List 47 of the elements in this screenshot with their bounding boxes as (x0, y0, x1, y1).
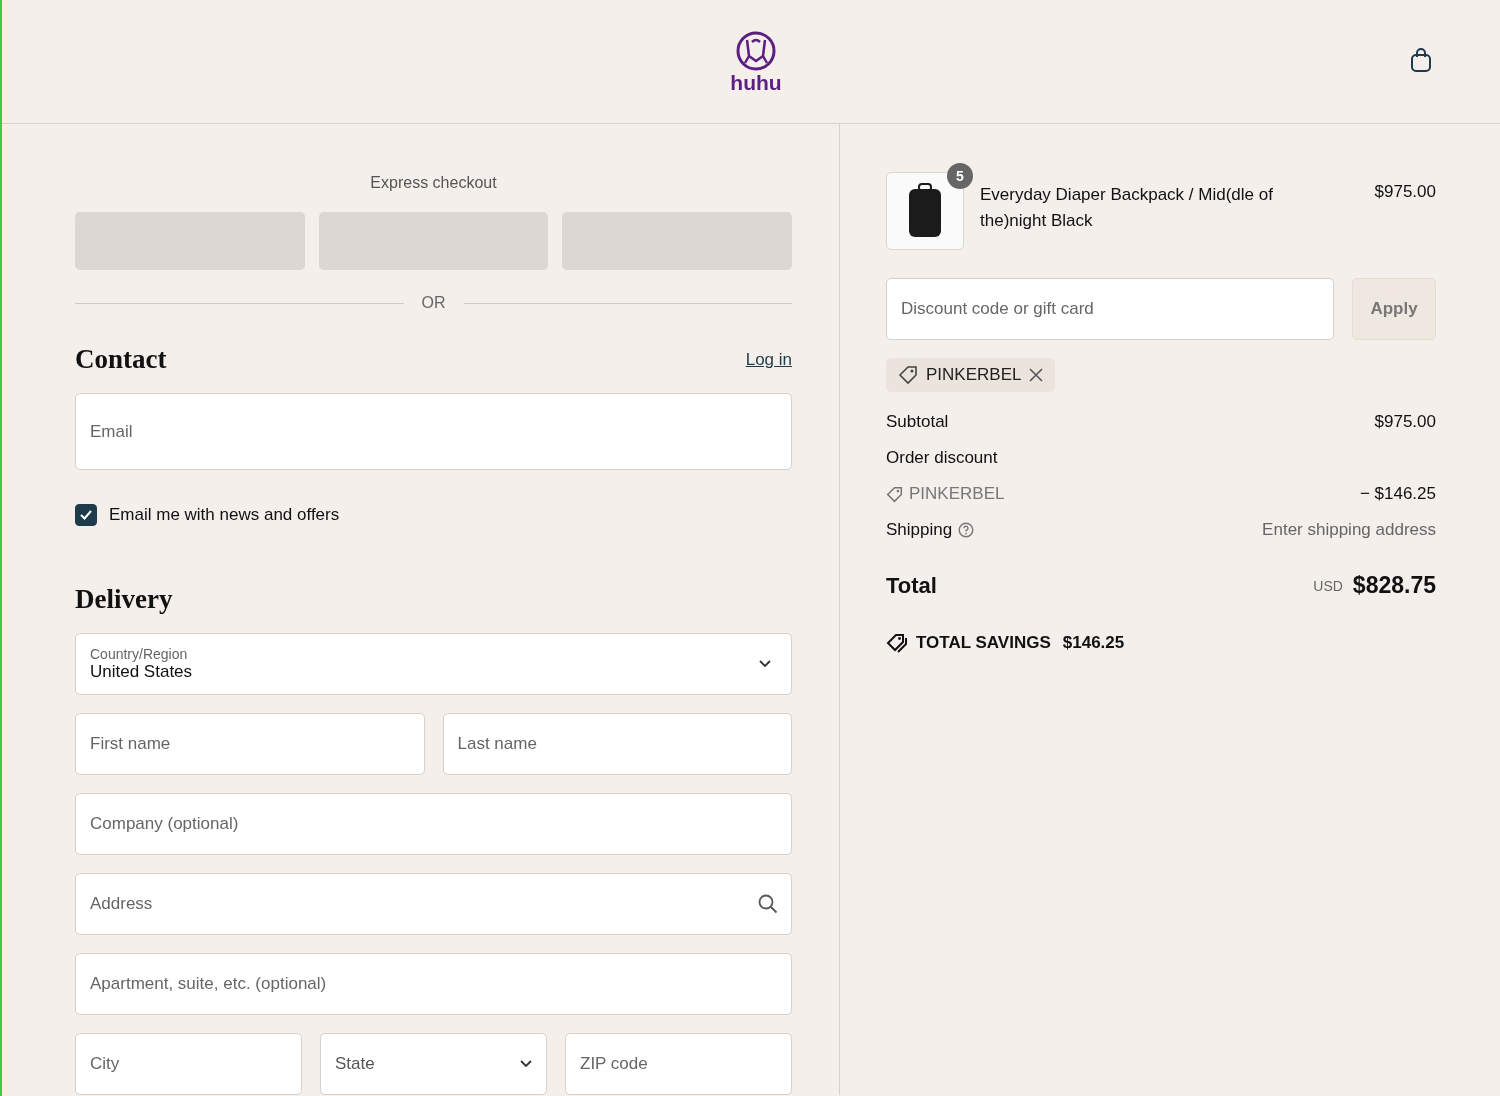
checkmark-icon (79, 509, 93, 521)
text-field[interactable]: Apartment, suite, etc. (optional) (75, 953, 792, 1015)
newsletter-checkbox[interactable] (75, 504, 97, 526)
summary-value: − $146.25 (1359, 484, 1436, 504)
text-field[interactable]: Company (optional) (75, 793, 792, 855)
summary-label: Shipping (886, 520, 953, 540)
total-label: Total (886, 572, 937, 599)
email-field[interactable]: Email (75, 393, 792, 470)
newsletter-label: Email me with news and offers (109, 505, 340, 525)
help-icon[interactable] (958, 522, 975, 538)
total-savings-amount: $146.25 (1062, 633, 1125, 653)
express-checkout-title: Express checkout (369, 174, 498, 192)
tag-icon (886, 485, 903, 503)
chevron-down-icon (520, 1060, 532, 1068)
country-select[interactable]: Country/Region United States (75, 633, 792, 695)
tag-icon (898, 365, 918, 385)
product-price: $975.00 (1374, 181, 1436, 202)
contact-heading: Contact (75, 344, 167, 375)
summary-label: Subtotal (886, 412, 949, 432)
text-field[interactable]: City (75, 1033, 302, 1095)
state-select[interactable]: State (320, 1033, 547, 1095)
search-icon (758, 894, 778, 914)
currency-code: USD (1313, 577, 1343, 594)
quantity-badge: 5 (947, 163, 973, 189)
summary-value: $975.00 (1374, 412, 1436, 432)
logo-text[interactable]: huhu (730, 71, 782, 94)
total-savings-label: TOTAL SAVINGS (916, 633, 1051, 653)
summary-label: PINKERBEL (909, 484, 1005, 504)
text-field[interactable]: ZIP code (565, 1033, 792, 1095)
text-field[interactable]: Last name (442, 713, 792, 775)
chevron-down-icon (759, 660, 771, 668)
logo-icon (735, 29, 777, 72)
close-icon[interactable] (1029, 368, 1044, 382)
applied-code-text: PINKERBEL (926, 365, 1022, 385)
delivery-heading: Delivery (75, 584, 174, 615)
apply-button[interactable]: Apply (1352, 278, 1436, 340)
text-field[interactable]: First name (75, 713, 425, 775)
product-name: Everyday Diaper Backpack / Mid(dle of the)night Black (980, 184, 1274, 232)
summary-value: Enter shipping address (1262, 520, 1436, 540)
shopping-bag-icon[interactable] (1410, 47, 1432, 73)
discount-code-field[interactable]: Discount code or gift card (886, 278, 1334, 340)
or-divider-text: OR (421, 294, 446, 312)
summary-label: Order discount (886, 448, 998, 468)
address-field[interactable]: Address (75, 873, 792, 935)
tags-icon (886, 633, 908, 653)
total-amount: $828.75 (1352, 572, 1436, 599)
login-link[interactable]: Log in (745, 349, 792, 370)
